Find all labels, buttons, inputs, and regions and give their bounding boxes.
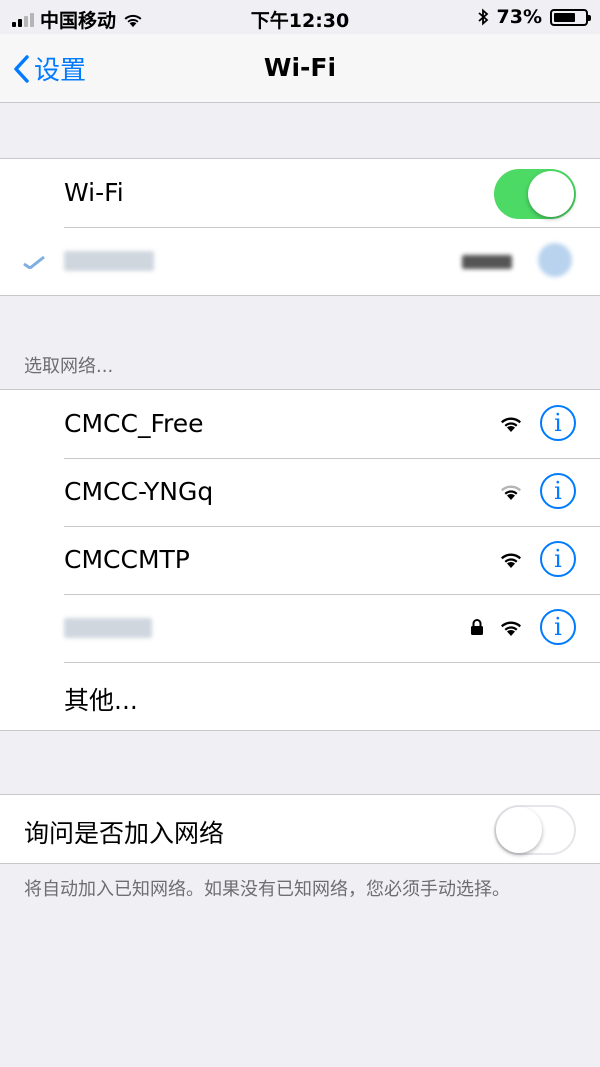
network-name-blurred (64, 618, 152, 638)
wifi-toggle-row: Wi-Fi (0, 159, 600, 227)
other-network-row[interactable]: 其他... (0, 662, 600, 730)
ask-to-join-label: 询问是否加入网络 (24, 819, 225, 848)
battery-percent: 73% (496, 6, 542, 28)
wifi-signal-icon (501, 553, 521, 568)
other-network-label: 其他... (64, 686, 138, 715)
info-icon[interactable]: i (540, 609, 576, 645)
connected-network-status-icons (462, 255, 512, 269)
wifi-signal-icon (501, 417, 521, 432)
choose-network-header: 选取网络... (24, 356, 114, 377)
network-name: CMCC-YNGq (64, 477, 214, 506)
network-row[interactable]: CMCCMTP i (0, 526, 600, 594)
ask-to-join-footer: 将自动加入已知网络。如果没有已知网络，您必须手动选择。 (24, 879, 510, 900)
page-title: Wi-Fi (263, 53, 337, 82)
wifi-toggle-label: Wi-Fi (64, 178, 124, 207)
wifi-signal-icon (501, 485, 521, 500)
info-icon[interactable]: i (540, 541, 576, 577)
network-list: CMCC_Free i CMCC-YNGq i CMCCMTP i i 其他..… (0, 389, 600, 731)
navigation-bar: 设置 Wi-Fi (0, 34, 600, 103)
network-name: CMCC_Free (64, 409, 204, 438)
network-row[interactable]: CMCC-YNGq i (0, 458, 600, 526)
wifi-signal-icon (501, 621, 521, 636)
network-name: CMCCMTP (64, 545, 190, 574)
connected-network-row[interactable] (0, 227, 600, 295)
network-row[interactable]: CMCC_Free i (0, 390, 600, 458)
status-bar: 中国移动 下午12:30 73% (0, 0, 600, 34)
bluetooth-icon (477, 8, 488, 26)
ask-to-join-row: 询问是否加入网络 (0, 795, 600, 863)
checkmark-icon (23, 255, 45, 269)
connected-info-icon[interactable] (538, 243, 572, 277)
info-icon[interactable]: i (540, 473, 576, 509)
wifi-toggle-group: Wi-Fi (0, 158, 600, 296)
connected-network-name (64, 251, 154, 271)
lock-icon (471, 619, 483, 635)
ask-to-join-group: 询问是否加入网络 (0, 794, 600, 864)
ask-to-join-switch[interactable] (494, 805, 576, 855)
battery-icon (550, 8, 591, 26)
network-row[interactable]: i (0, 594, 600, 662)
wifi-toggle-switch[interactable] (494, 169, 576, 219)
info-icon[interactable]: i (540, 405, 576, 441)
